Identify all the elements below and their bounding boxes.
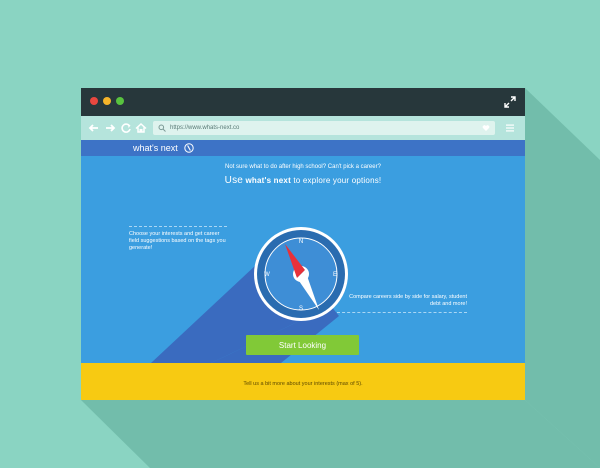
maximize-window-button[interactable] <box>116 97 124 105</box>
hero-section: Not sure what to do after high school? C… <box>81 156 525 363</box>
interests-note: Choose your interests and get career fie… <box>129 226 227 252</box>
hamburger-icon[interactable] <box>505 123 515 133</box>
compare-note: Compare careers side by side for salary,… <box>337 294 467 313</box>
close-window-button[interactable] <box>90 97 98 105</box>
site-logo[interactable]: what's next <box>133 140 178 156</box>
address-bar[interactable]: https://www.whats-next.co <box>153 121 495 135</box>
compass-e: E <box>333 272 337 278</box>
compass-slash-icon <box>184 143 194 153</box>
interests-prompt: Tell us a bit more about your interests … <box>243 381 363 387</box>
minimize-window-button[interactable] <box>103 97 111 105</box>
url-text: https://www.whats-next.co <box>170 125 240 131</box>
start-looking-button[interactable]: Start Looking <box>246 335 359 355</box>
headline-brand: what's next <box>245 176 291 185</box>
compass-n: N <box>299 239 303 245</box>
browser-toolbar: https://www.whats-next.co <box>81 116 525 140</box>
interests-section: Tell us a bit more about your interests … <box>81 363 525 400</box>
compass-illustration: N S E W <box>254 227 348 321</box>
home-icon[interactable] <box>134 121 148 135</box>
arrow-left-icon[interactable] <box>87 121 101 135</box>
search-icon <box>158 124 166 132</box>
headline-rest: to explore your options! <box>293 176 382 185</box>
heart-icon[interactable] <box>482 124 490 132</box>
expand-arrows-icon[interactable] <box>503 95 517 109</box>
site-header: what's next <box>81 140 525 156</box>
arrow-right-icon[interactable] <box>103 121 117 135</box>
browser-window: https://www.whats-next.co what's next No… <box>81 88 525 400</box>
compass-s: S <box>299 306 303 312</box>
hero-lead: Not sure what to do after high school? C… <box>225 164 381 170</box>
compass-w: W <box>264 272 270 278</box>
title-bar <box>81 88 525 116</box>
reload-icon[interactable] <box>119 121 133 135</box>
headline-use: Use <box>224 175 244 186</box>
hero-headline: Use what's next to explore your options! <box>81 175 525 186</box>
